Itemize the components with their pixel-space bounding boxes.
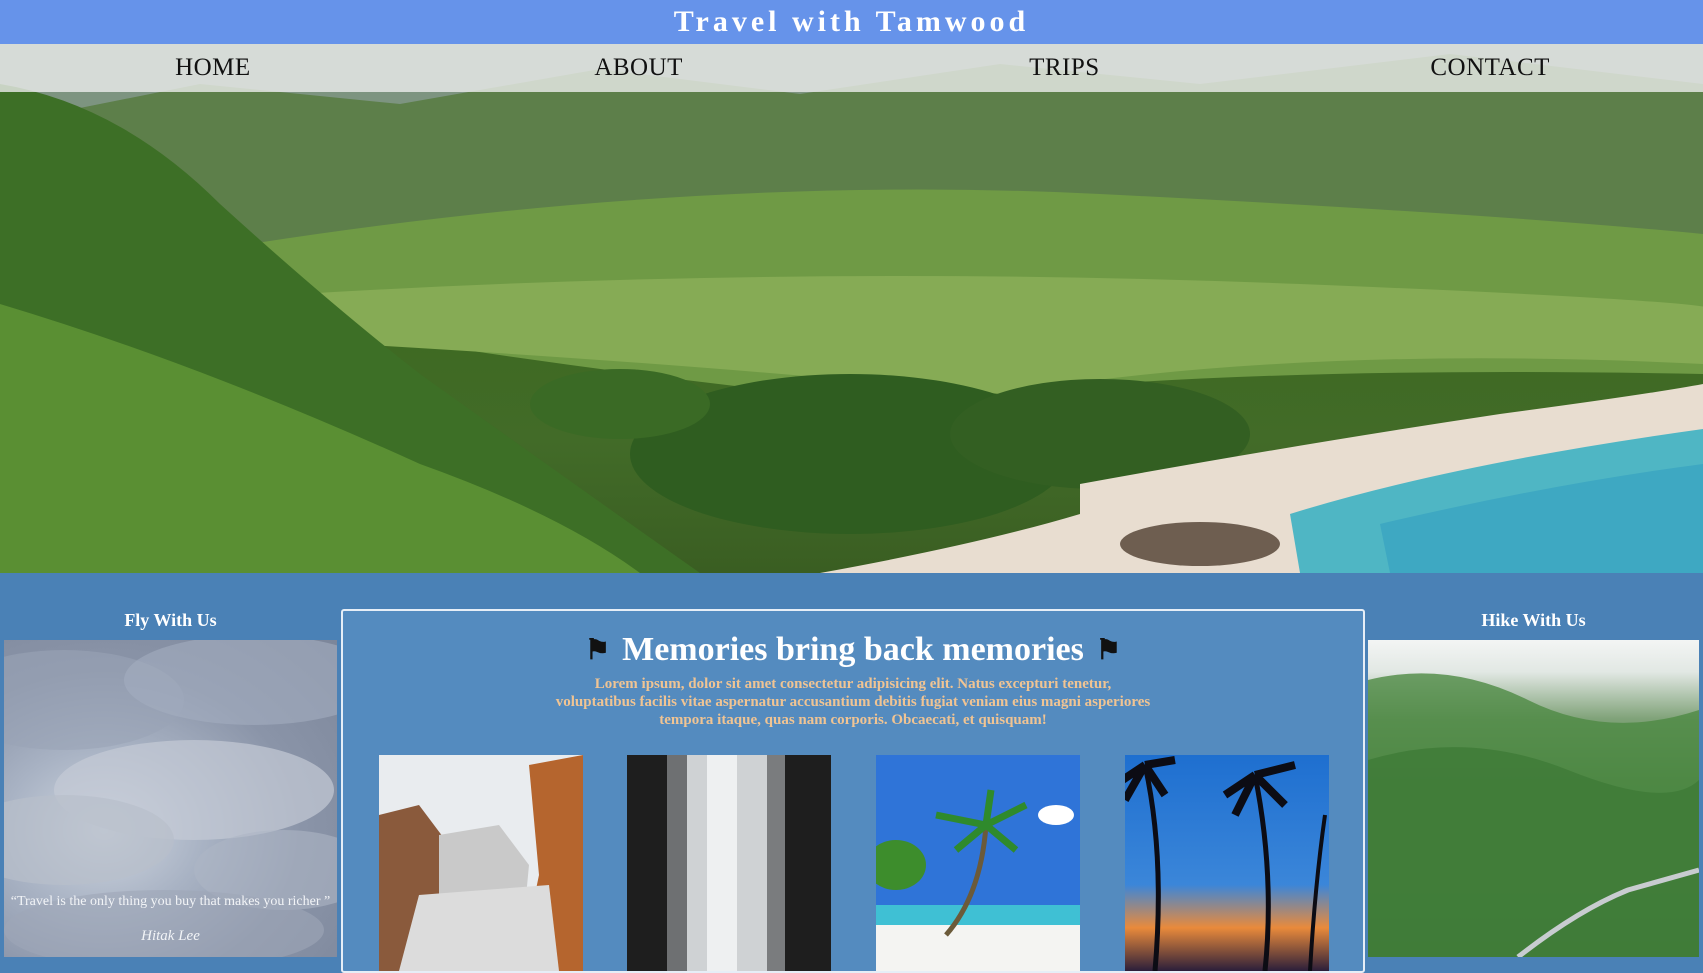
nav-contact-link[interactable]: CONTACT xyxy=(1277,54,1703,82)
quote-author: Hitak Lee xyxy=(141,928,200,944)
hero-image xyxy=(0,44,1703,573)
site-title: Travel with Tamwood xyxy=(673,5,1030,38)
sunset-palms-photo xyxy=(1125,755,1329,971)
flag-icon: ⚑ xyxy=(585,635,611,666)
memories-heading-row: ⚑ Memories bring back memories ⚑ xyxy=(343,631,1363,669)
hike-with-us-title: Hike With Us xyxy=(1481,610,1586,630)
main-nav: HOME ABOUT TRIPS CONTACT xyxy=(0,44,1703,92)
fly-with-us-title: Fly With Us xyxy=(124,610,217,630)
site-header: Travel with Tamwood xyxy=(0,0,1703,44)
nav-about-link[interactable]: ABOUT xyxy=(426,54,852,82)
beach-palm-photo xyxy=(876,755,1080,971)
canyon-photo xyxy=(379,755,583,971)
memories-panel: ⚑ Memories bring back memories ⚑ Lorem i… xyxy=(341,609,1365,973)
memories-text: Lorem ipsum, dolor sit amet consectetur … xyxy=(555,676,1151,728)
flag-icon: ⚑ xyxy=(1095,635,1121,666)
fly-with-us-section: Fly With Us “Travel is the only thing yo… xyxy=(4,600,337,957)
clouds-image: “Travel is the only thing you buy that m… xyxy=(4,640,337,957)
memories-heading: Memories bring back memories xyxy=(622,631,1084,668)
nav-home-link[interactable]: HOME xyxy=(0,54,426,82)
waterfall-photo xyxy=(627,755,831,971)
hike-with-us-section: Hike With Us xyxy=(1368,600,1699,957)
nav-trips-link[interactable]: TRIPS xyxy=(852,54,1278,82)
travel-quote: “Travel is the only thing you buy that m… xyxy=(10,894,331,909)
jungle-hike-image xyxy=(1368,640,1699,957)
photo-gallery xyxy=(379,755,1329,971)
